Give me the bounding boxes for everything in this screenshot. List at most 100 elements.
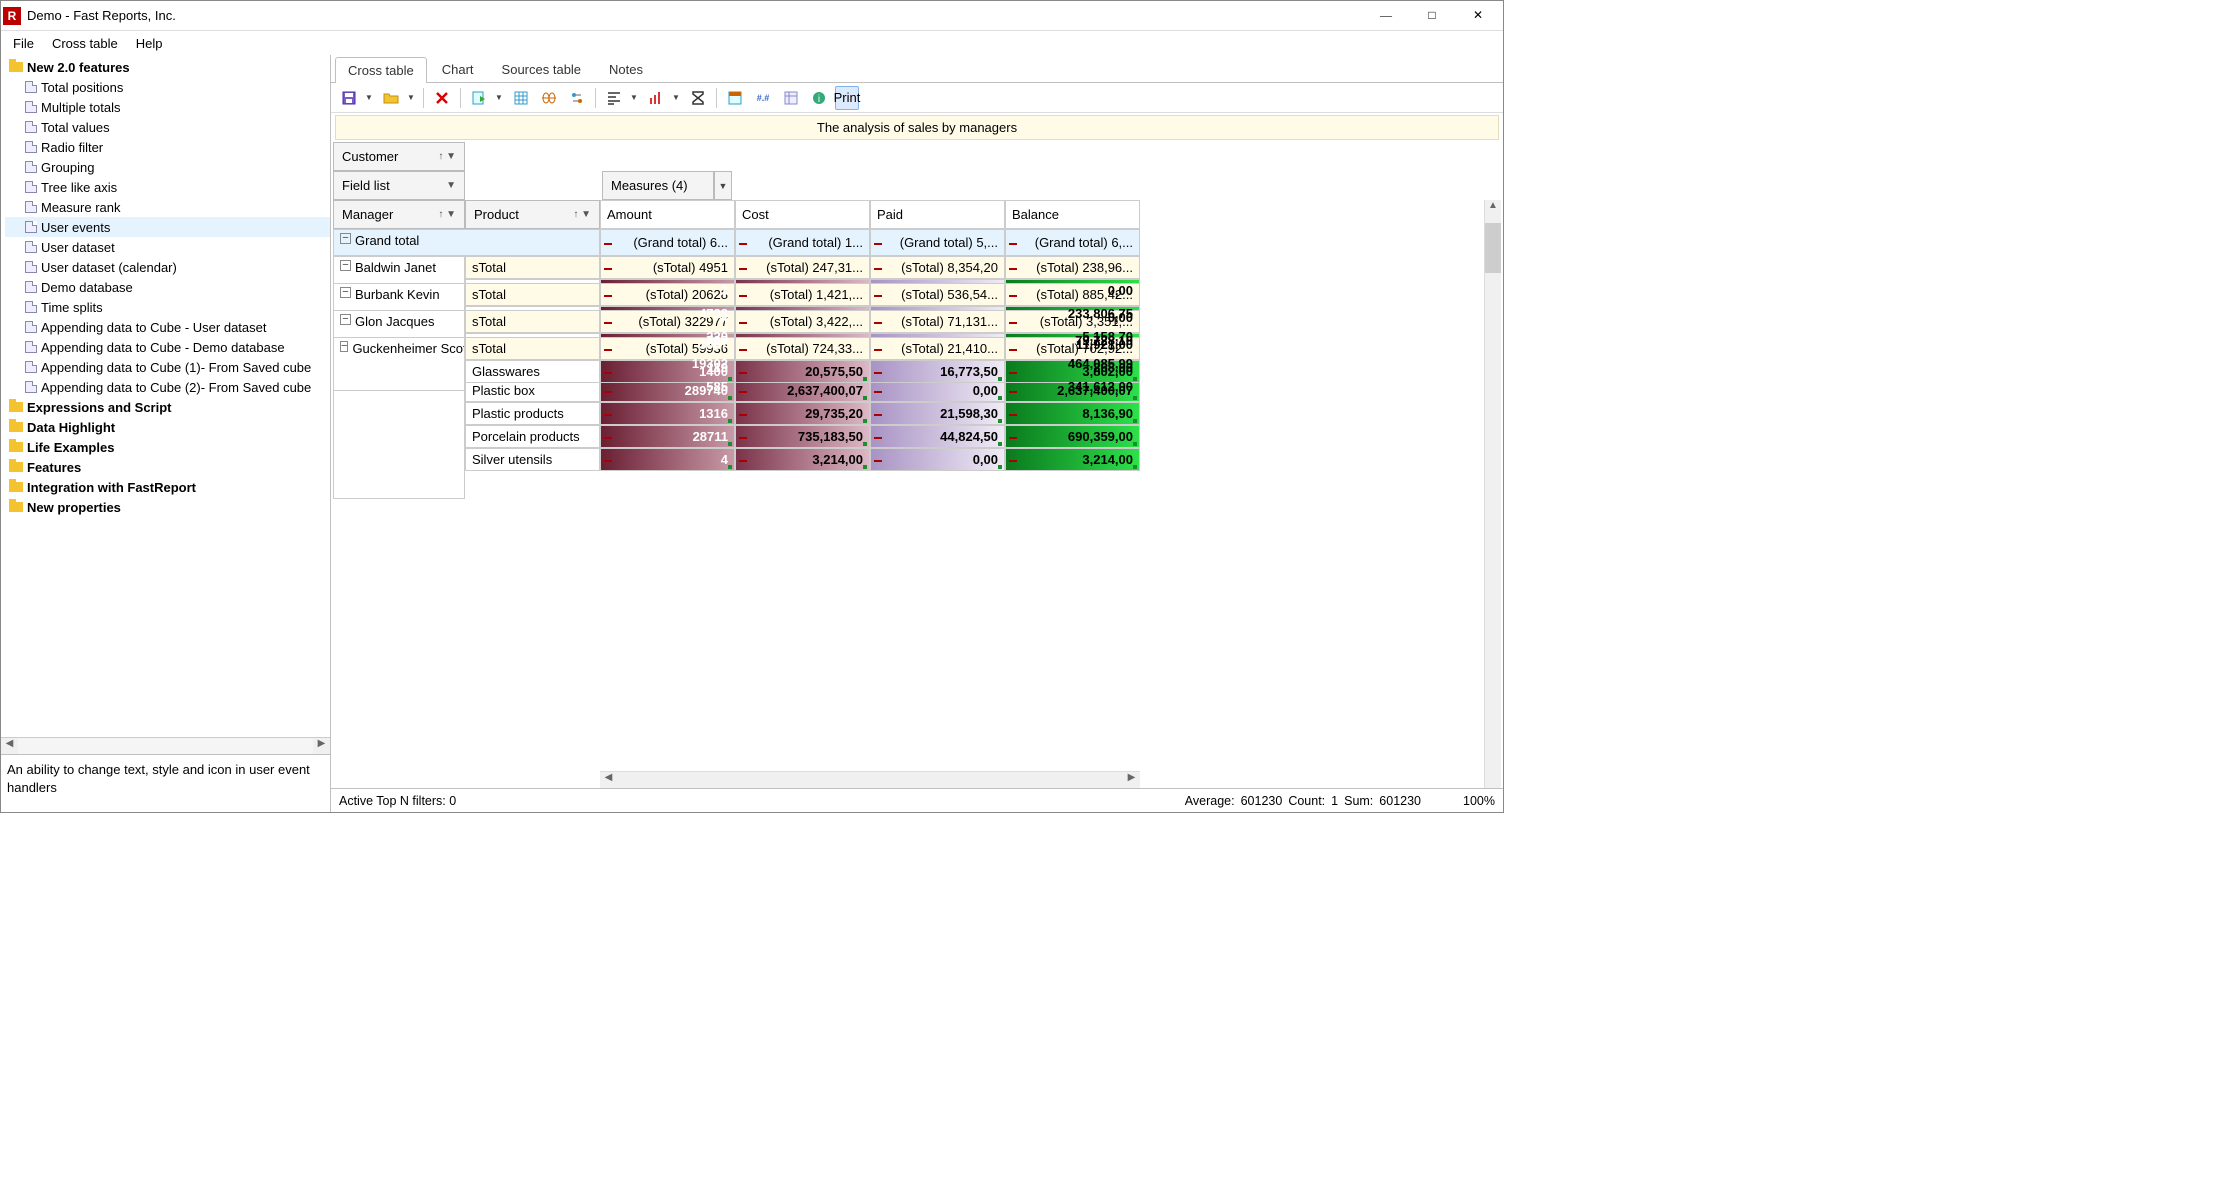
data-cell[interactable]: 16,773,50 (870, 360, 1005, 383)
tree-item[interactable]: Expressions and Script (5, 397, 330, 417)
data-cell[interactable]: 1316 (600, 402, 735, 425)
decimals-icon[interactable]: #.# (751, 86, 775, 110)
open-dropdown[interactable]: ▼ (407, 93, 417, 102)
data-cell[interactable]: (Grand total) 6,... (1005, 229, 1140, 256)
data-cell[interactable]: (sTotal) 238,96... (1005, 256, 1140, 279)
tab-notes[interactable]: Notes (596, 56, 656, 82)
tree-item[interactable]: New 2.0 features (5, 57, 330, 77)
grid-icon[interactable] (509, 86, 533, 110)
data-cell[interactable]: (sTotal) 1,421,... (735, 283, 870, 306)
data-cell[interactable]: 735,183,50 (735, 425, 870, 448)
zone-customer[interactable]: Customer↑ ▼ (333, 142, 465, 171)
open-icon[interactable] (379, 86, 403, 110)
tree-item[interactable]: Multiple totals (5, 97, 330, 117)
tab-sources-table[interactable]: Sources table (489, 56, 595, 82)
data-cell[interactable]: (sTotal) 20628 (600, 283, 735, 306)
maximize-button[interactable]: □ (1409, 2, 1455, 30)
tree-item[interactable]: User dataset (5, 237, 330, 257)
collapse-icon[interactable]: − (340, 341, 348, 352)
data-cell[interactable]: 3,214,00 (1005, 448, 1140, 471)
grand-total-row[interactable]: −Grand total (333, 229, 600, 256)
sigma-icon[interactable] (686, 86, 710, 110)
tree-item[interactable]: User dataset (calendar) (5, 257, 330, 277)
tree-item[interactable]: Demo database (5, 277, 330, 297)
tree-item[interactable]: Measure rank (5, 197, 330, 217)
grid-vscrollbar[interactable]: ▲ (1484, 200, 1501, 788)
data-cell[interactable]: 20,575,50 (735, 360, 870, 383)
collapse-icon[interactable]: − (340, 260, 351, 271)
tree-item[interactable]: Life Examples (5, 437, 330, 457)
menu-help[interactable]: Help (128, 34, 171, 53)
export-icon[interactable] (467, 86, 491, 110)
collapse-icon[interactable]: − (340, 287, 351, 298)
tree-item[interactable]: Total values (5, 117, 330, 137)
tree-item[interactable]: Grouping (5, 157, 330, 177)
stotal-label[interactable]: sTotal (465, 337, 600, 360)
data-cell[interactable]: (Grand total) 6... (600, 229, 735, 256)
zone-measures[interactable]: Measures (4) (602, 171, 714, 200)
tree-hscrollbar[interactable]: ◀▶ (1, 737, 330, 754)
data-cell[interactable]: (Grand total) 1... (735, 229, 870, 256)
swap-icon[interactable] (565, 86, 589, 110)
align-icon[interactable] (602, 86, 626, 110)
bars-icon[interactable] (644, 86, 668, 110)
data-cell[interactable]: 28711 (600, 425, 735, 448)
save-dropdown[interactable]: ▼ (365, 93, 375, 102)
align-dropdown[interactable]: ▼ (630, 93, 640, 102)
data-cell[interactable]: (sTotal) 71,131... (870, 310, 1005, 333)
data-cell[interactable]: (sTotal) 536,54... (870, 283, 1005, 306)
fields-icon[interactable] (779, 86, 803, 110)
col-balance[interactable]: Balance (1005, 200, 1140, 229)
menu-cross-table[interactable]: Cross table (44, 34, 126, 53)
data-cell[interactable]: 3,214,00 (735, 448, 870, 471)
print-button[interactable]: Print (835, 86, 859, 110)
tree-item[interactable]: Data Highlight (5, 417, 330, 437)
tab-cross-table[interactable]: Cross table (335, 57, 427, 83)
manager-cell[interactable]: −Guckenheimer Scott Jr (333, 337, 465, 391)
data-cell[interactable]: 44,824,50 (870, 425, 1005, 448)
export-dropdown[interactable]: ▼ (495, 93, 505, 102)
tree-item[interactable]: New properties (5, 497, 330, 517)
data-cell[interactable]: (sTotal) 8,354,20 (870, 256, 1005, 279)
data-cell[interactable]: 21,598,30 (870, 402, 1005, 425)
data-cell[interactable]: 29,735,20 (735, 402, 870, 425)
tree-item[interactable]: Tree like axis (5, 177, 330, 197)
collapse-icon[interactable]: − (340, 314, 351, 325)
delete-icon[interactable] (430, 86, 454, 110)
zone-manager[interactable]: Manager↑ ▼ (333, 200, 465, 229)
save-icon[interactable] (337, 86, 361, 110)
tree-item[interactable]: Appending data to Cube - Demo database (5, 337, 330, 357)
stotal-label[interactable]: sTotal (465, 256, 600, 279)
grid-hscrollbar[interactable]: ◀▶ (600, 771, 1140, 788)
col-amount[interactable]: Amount (600, 200, 735, 229)
tree-item[interactable]: Features (5, 457, 330, 477)
stotal-label[interactable]: sTotal (465, 310, 600, 333)
data-cell[interactable]: (sTotal) 21,410... (870, 337, 1005, 360)
product-cell[interactable]: Glasswares (465, 360, 600, 383)
data-cell[interactable]: (Grand total) 5,... (870, 229, 1005, 256)
data-cell[interactable]: (sTotal) 247,31... (735, 256, 870, 279)
product-cell[interactable]: Porcelain products (465, 425, 600, 448)
bars-dropdown[interactable]: ▼ (672, 93, 682, 102)
data-cell[interactable]: 690,359,00 (1005, 425, 1140, 448)
tab-chart[interactable]: Chart (429, 56, 487, 82)
zone-fieldlist[interactable]: Field list▼ (333, 171, 465, 200)
tree-item[interactable]: Radio filter (5, 137, 330, 157)
tree-item[interactable]: Integration with FastReport (5, 477, 330, 497)
data-cell[interactable]: (sTotal) 4951 (600, 256, 735, 279)
stotal-label[interactable]: sTotal (465, 283, 600, 306)
tree-item[interactable]: Appending data to Cube (2)- From Saved c… (5, 377, 330, 397)
data-cell[interactable]: 0,00 (870, 448, 1005, 471)
tree-item[interactable]: Time splits (5, 297, 330, 317)
info-icon[interactable]: i (807, 86, 831, 110)
measures-dropdown[interactable]: ▼ (714, 171, 732, 200)
data-cell[interactable]: 4 (600, 448, 735, 471)
product-cell[interactable]: Plastic products (465, 402, 600, 425)
tree-item[interactable]: User events (5, 217, 330, 237)
col-paid[interactable]: Paid (870, 200, 1005, 229)
tree-item[interactable]: Total positions (5, 77, 330, 97)
collapse-icon[interactable]: − (340, 233, 351, 244)
minimize-button[interactable]: — (1363, 2, 1409, 30)
product-cell[interactable]: Silver utensils (465, 448, 600, 471)
hide-zeros-icon[interactable] (537, 86, 561, 110)
